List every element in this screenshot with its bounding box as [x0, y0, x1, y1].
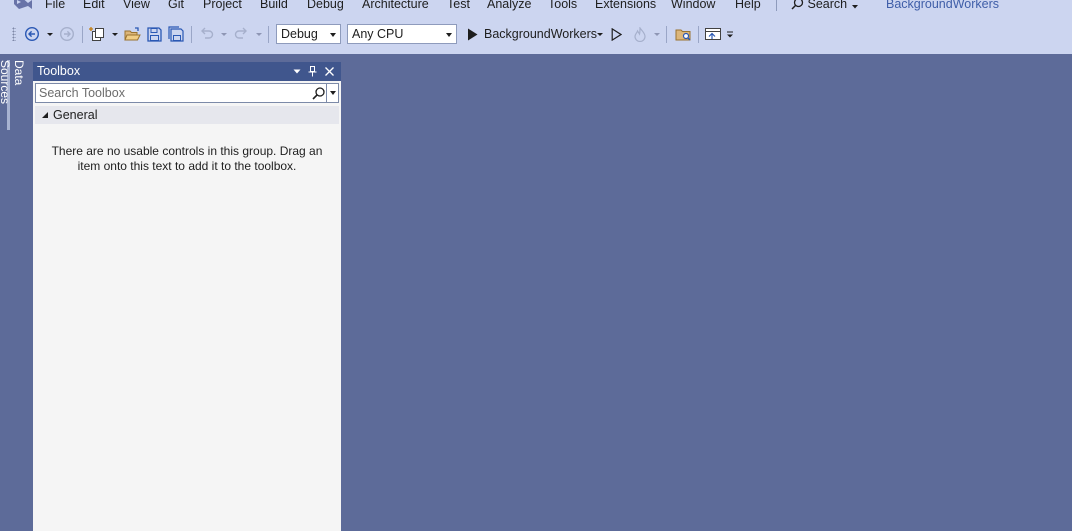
search-icon	[791, 0, 804, 10]
toolbox-group-general[interactable]: General	[35, 106, 339, 124]
navigate-back-button[interactable]	[22, 24, 42, 44]
chevron-down-icon	[330, 33, 336, 37]
new-project-button[interactable]	[88, 24, 108, 44]
chevron-down-icon	[446, 33, 452, 37]
menu-extensions[interactable]: Extensions	[595, 0, 656, 12]
toolbox-panel: Toolbox General	[33, 62, 341, 531]
menu-analyze[interactable]: Analyze	[487, 0, 531, 12]
menu-separator	[776, 0, 777, 11]
toolbox-title: Toolbox	[37, 64, 81, 78]
solution-name: BackgroundWorkers	[886, 0, 1000, 11]
toolbar-separator	[82, 26, 83, 43]
menu-build[interactable]: Build	[260, 0, 288, 12]
menu-debug[interactable]: Debug	[307, 0, 344, 12]
toolbox-search-input[interactable]	[39, 85, 303, 101]
solution-platform-combo[interactable]: Any CPU	[347, 24, 457, 44]
new-project-icon	[89, 27, 104, 41]
solution-platform-value: Any CPU	[352, 27, 404, 41]
chevron-down-icon	[851, 5, 858, 9]
overflow-chevron-icon	[727, 31, 733, 38]
save-icon	[146, 26, 162, 42]
toolbar-separator	[268, 26, 269, 43]
toolbar-overflow-button[interactable]	[725, 24, 735, 44]
save-all-button[interactable]	[166, 24, 186, 44]
back-arrow-icon	[24, 26, 40, 42]
window-position-button[interactable]	[290, 65, 303, 78]
hot-reload-dropdown-arrow[interactable]	[654, 33, 660, 36]
menu-tools[interactable]: Tools	[548, 0, 577, 12]
visual-studio-logo-icon[interactable]	[12, 0, 34, 10]
play-outline-icon	[611, 27, 622, 41]
window-preview-icon	[705, 27, 721, 40]
chevron-down-icon	[330, 91, 336, 95]
close-icon	[325, 67, 334, 76]
navigate-forward-button[interactable]	[57, 24, 77, 44]
solution-explorer-button[interactable]	[673, 24, 693, 44]
save-button[interactable]	[144, 24, 164, 44]
toolbox-title-bar[interactable]: Toolbox	[33, 62, 341, 81]
toolbar-grip[interactable]	[12, 27, 16, 41]
undo-icon	[200, 27, 213, 39]
undo-button[interactable]	[196, 24, 216, 44]
save-all-icon	[168, 26, 184, 42]
start-without-debugging-button[interactable]	[608, 24, 624, 44]
menu-project[interactable]: Project	[203, 0, 242, 12]
toolbox-search-box[interactable]	[35, 83, 339, 103]
auto-hide-pin-button[interactable]	[306, 65, 319, 78]
search-menu-label: Search	[807, 0, 848, 11]
menu-edit[interactable]: Edit	[83, 0, 105, 12]
hot-reload-flame-icon	[634, 26, 646, 42]
preview-window-button[interactable]	[703, 24, 723, 44]
toolbar-separator	[666, 26, 667, 43]
back-dropdown-arrow[interactable]	[47, 33, 53, 36]
open-folder-icon	[123, 26, 141, 40]
forward-arrow-icon	[59, 26, 75, 42]
search-menu[interactable]: Search	[791, 0, 859, 12]
play-icon	[467, 28, 477, 40]
folder-search-icon	[675, 29, 690, 40]
menu-help[interactable]: Help	[735, 0, 761, 12]
menu-bar: File Edit View Git Project Build Debug A…	[0, 0, 1072, 12]
editor-workspace	[341, 54, 1072, 531]
expanded-triangle-icon	[42, 112, 48, 118]
menu-git[interactable]: Git	[168, 0, 184, 12]
open-file-button[interactable]	[122, 24, 142, 44]
redo-dropdown-arrow[interactable]	[256, 33, 262, 36]
toolbox-group-label: General	[53, 108, 98, 122]
redo-icon	[234, 27, 247, 39]
start-debugging-button[interactable]	[465, 24, 479, 44]
menu-window[interactable]: Window	[671, 0, 715, 12]
startup-project-dropdown-arrow[interactable]	[597, 33, 603, 36]
toolbox-empty-message: There are no usable controls in this gro…	[51, 144, 323, 173]
menu-view[interactable]: View	[123, 0, 150, 12]
menu-test[interactable]: Test	[447, 0, 470, 12]
chevron-down-icon	[293, 69, 300, 74]
solution-configuration-combo[interactable]: Debug	[276, 24, 341, 44]
menu-file[interactable]: File	[45, 0, 65, 12]
menu-architecture[interactable]: Architecture	[362, 0, 429, 12]
toolbar-separator	[698, 26, 699, 43]
pin-icon	[308, 66, 317, 77]
search-options-dropdown[interactable]	[326, 84, 339, 102]
hot-reload-button[interactable]	[631, 24, 649, 44]
search-icon[interactable]	[311, 86, 326, 101]
solution-configuration-value: Debug	[281, 27, 318, 41]
undo-dropdown-arrow[interactable]	[221, 33, 227, 36]
standard-toolbar: Debug Any CPU BackgroundWorkers	[0, 12, 1072, 54]
new-project-dropdown-arrow[interactable]	[112, 33, 118, 36]
close-toolbox-button[interactable]	[323, 65, 336, 78]
redo-button[interactable]	[231, 24, 251, 44]
data-sources-tab-label: Data Sources	[0, 60, 26, 105]
startup-project-label[interactable]: BackgroundWorkers	[484, 24, 597, 44]
toolbar-separator	[191, 26, 192, 43]
